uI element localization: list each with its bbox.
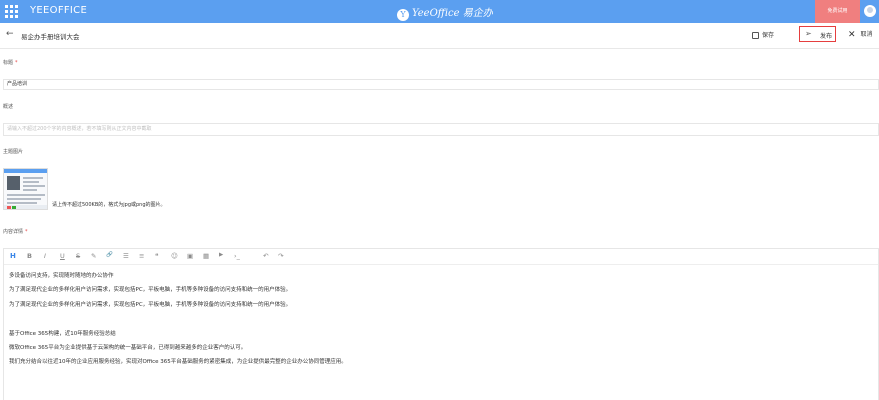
page-header: ← 易企办手册培训大会 保存 ➢ 发布 ✕ 取消 xyxy=(0,23,879,49)
image-icon[interactable]: ▣ xyxy=(187,252,193,260)
close-icon: ✕ xyxy=(848,30,856,40)
quote-icon[interactable]: ❝ xyxy=(155,252,159,260)
undo-icon[interactable]: ↶ xyxy=(263,252,268,260)
content-paragraph: 基于Office 365构建，近10年服务经验总结 xyxy=(9,331,116,337)
logo-text: YeeOffice 易企办 xyxy=(412,8,493,19)
title-field-label: 标题 * xyxy=(3,60,18,66)
redo-icon[interactable]: ↷ xyxy=(278,252,283,260)
content-paragraph: 多设备访问支持，实现随时随地的办公协作 xyxy=(9,273,114,279)
emoji-icon[interactable]: ☺ xyxy=(171,252,178,260)
code-icon[interactable]: ›_ xyxy=(234,252,240,260)
summary-field-label: 概述 xyxy=(3,104,14,110)
publish-button[interactable]: ➢ 发布 xyxy=(799,26,836,42)
top-app-bar: YEEOFFICE Y YeeOffice 易企办 免费试用 xyxy=(0,0,879,23)
title-input[interactable]: 产品培训 xyxy=(3,79,879,90)
editor-toolbar: H B I U S ✎ 🔗 ☰ ≡ ❝ ☺ ▣ ▦ ▶ ›_ ↶ ↷ xyxy=(4,249,878,265)
brand-name: YEEOFFICE xyxy=(30,5,88,16)
logo-icon: Y xyxy=(397,9,409,21)
italic-icon[interactable]: I xyxy=(44,252,46,260)
cancel-label: 取消 xyxy=(860,31,873,38)
strikethrough-icon[interactable]: S xyxy=(76,252,80,260)
app-grid-icon[interactable] xyxy=(5,5,18,18)
cancel-button[interactable]: ✕ 取消 xyxy=(848,29,873,40)
content-paragraph: 我们充分结合以往近10年的企业应用服务经验，实现对Office 365平台基础服… xyxy=(9,359,347,365)
free-trial-button[interactable]: 免费试用 xyxy=(815,0,860,23)
heading-icon[interactable]: H xyxy=(10,252,16,260)
content-paragraph: 微软Office 365平台为企业提供基于云架构的统一基础平台，已得到越来越多的… xyxy=(9,345,247,351)
cover-image-thumbnail[interactable] xyxy=(3,168,48,210)
ordered-list-icon[interactable]: ≡ xyxy=(139,252,144,260)
publish-label: 发布 xyxy=(820,33,833,40)
content-paragraph: 为了满足现代企业的多样化用户访问需求，实现包括PC，平板电脑，手机等多种设备的访… xyxy=(9,302,292,308)
save-icon xyxy=(752,32,759,39)
required-mark: * xyxy=(15,60,18,66)
content-paragraph: 为了满足现代企业的多样化用户访问需求，实现包括PC，平板电脑，手机等多种设备的访… xyxy=(9,287,292,293)
summary-input[interactable]: 请输入不超过200个字的内容概述，若不填写则从正文内容中截取 xyxy=(3,123,879,136)
cover-image-label: 主题图片 xyxy=(3,149,24,155)
image-upload-hint: 请上传不超过500KB的，格式为jpg或png的图片。 xyxy=(52,202,166,208)
product-logo: Y YeeOffice 易企办 xyxy=(397,4,493,21)
table-icon[interactable]: ▦ xyxy=(203,252,209,260)
font-color-icon[interactable]: ✎ xyxy=(91,252,96,260)
link-icon[interactable]: 🔗 xyxy=(106,252,113,258)
underline-icon[interactable]: U xyxy=(60,252,65,260)
required-mark: * xyxy=(25,229,28,235)
video-icon[interactable]: ▶ xyxy=(219,252,223,258)
save-label: 保存 xyxy=(762,32,775,39)
content-field-label: 内容详情 * xyxy=(3,229,28,235)
user-avatar[interactable] xyxy=(864,5,876,17)
page-title: 易企办手册培训大会 xyxy=(21,33,80,41)
back-arrow-icon[interactable]: ← xyxy=(6,29,14,39)
send-icon: ➢ xyxy=(805,29,812,38)
bold-icon[interactable]: B xyxy=(27,252,32,260)
unordered-list-icon[interactable]: ☰ xyxy=(123,252,129,260)
save-button[interactable]: 保存 xyxy=(752,30,774,39)
rich-text-editor[interactable]: H B I U S ✎ 🔗 ☰ ≡ ❝ ☺ ▣ ▦ ▶ ›_ ↶ ↷ 多设备访问… xyxy=(3,248,879,400)
